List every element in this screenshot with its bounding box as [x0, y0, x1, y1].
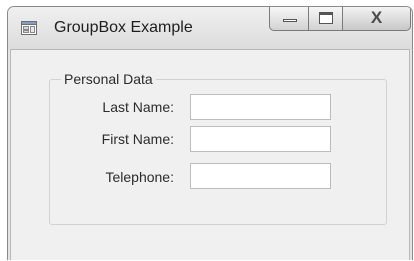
telephone-label: Telephone:	[105, 169, 174, 185]
title-bar[interactable]: GroupBox Example X	[8, 7, 412, 49]
close-icon: X	[370, 8, 383, 27]
window-title: GroupBox Example	[54, 19, 193, 36]
first-name-input[interactable]	[190, 126, 331, 152]
last-name-input[interactable]	[190, 94, 331, 120]
app-window: GroupBox Example X Personal Data Last Na…	[7, 6, 413, 260]
minimize-button[interactable]	[269, 7, 309, 31]
caption-buttons: X	[269, 7, 411, 31]
groupbox-title: Personal Data	[61, 70, 156, 88]
maximize-icon	[319, 12, 333, 24]
close-button[interactable]: X	[343, 7, 411, 31]
maximize-button[interactable]	[309, 7, 343, 31]
minimize-icon	[283, 19, 297, 22]
last-name-label: Last Name:	[102, 99, 174, 115]
form-window-icon	[21, 21, 37, 35]
form-client-area: Personal Data Last Name: First Name: Tel…	[10, 49, 410, 260]
first-name-label: First Name:	[101, 131, 174, 147]
personal-data-groupbox: Personal Data Last Name: First Name: Tel…	[49, 70, 387, 225]
telephone-input[interactable]	[190, 163, 331, 189]
